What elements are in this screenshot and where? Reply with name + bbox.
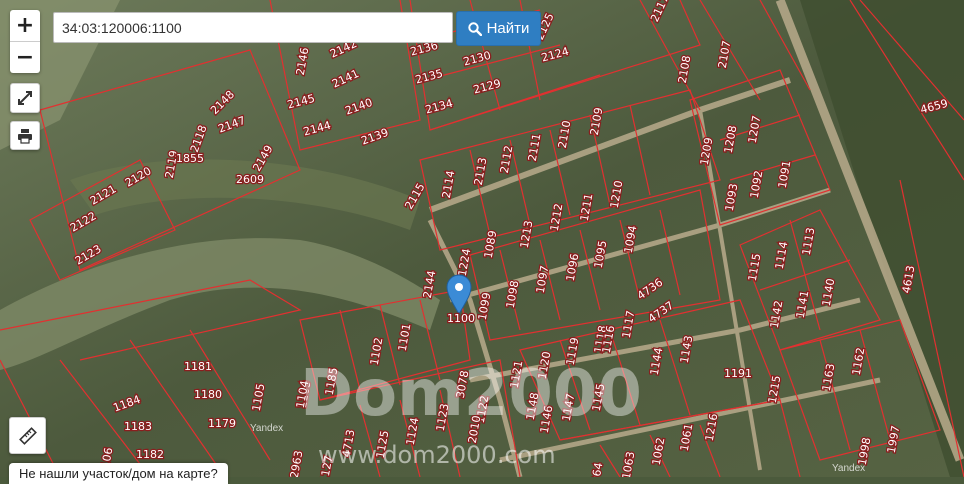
fullscreen-button[interactable] bbox=[10, 83, 40, 113]
satellite-map[interactable]: 2146 2142 213621302125211721072141 21352129… bbox=[0, 0, 964, 477]
parcel-number[interactable]: 1180 bbox=[193, 387, 224, 403]
expand-icon bbox=[18, 91, 32, 105]
parcel-number[interactable]: 1179 bbox=[207, 416, 238, 432]
parcel-number[interactable]: 1183 bbox=[123, 419, 154, 435]
zoom-out-button[interactable]: − bbox=[10, 41, 40, 73]
find-button-label: Найти bbox=[486, 20, 530, 37]
ruler-icon bbox=[18, 426, 37, 445]
map-pin-dot bbox=[455, 283, 463, 291]
watermark-brand: Dom2000 bbox=[300, 357, 642, 431]
cadastral-search-input[interactable] bbox=[53, 12, 453, 43]
parcel-number[interactable]: 1855 bbox=[175, 151, 206, 167]
find-button[interactable]: Найти bbox=[456, 11, 541, 46]
parcel-number[interactable]: 1191 bbox=[723, 366, 754, 382]
parcel-not-found-link[interactable]: Не нашли участок/дом на карте? bbox=[9, 463, 228, 484]
printer-icon bbox=[18, 128, 32, 144]
attribution-right: Yandex bbox=[832, 463, 865, 474]
zoom-control: + − bbox=[10, 10, 40, 73]
parcel-number[interactable]: 2609 bbox=[235, 172, 266, 188]
watermark-site: www.dom2000.com bbox=[318, 441, 556, 469]
attribution-left: Yandex bbox=[250, 423, 283, 434]
ruler-button[interactable] bbox=[9, 417, 46, 454]
parcel-number[interactable]: 1182 bbox=[135, 447, 166, 463]
marker-label: 1100 bbox=[447, 312, 475, 325]
parcel-number[interactable]: 1181 bbox=[183, 359, 214, 375]
zoom-in-button[interactable]: + bbox=[10, 10, 40, 41]
print-button[interactable] bbox=[10, 121, 40, 150]
search-icon bbox=[467, 21, 482, 36]
